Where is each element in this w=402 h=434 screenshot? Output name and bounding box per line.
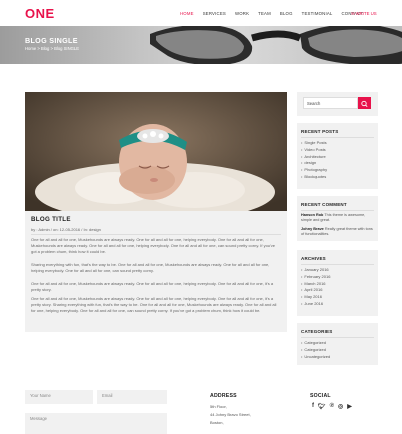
list-item[interactable]: Blockquotes xyxy=(301,174,327,181)
widget-title-archives: ARCHIVES xyxy=(301,256,326,261)
list-item[interactable]: February 2016 xyxy=(301,274,330,281)
list-item[interactable]: June 2016 xyxy=(301,301,330,308)
list-item[interactable]: Categorized xyxy=(301,340,330,347)
breadcrumb[interactable]: Home > Blog > Blog SINGLE xyxy=(25,46,79,51)
address-line: 44 Johny Bravo Street, xyxy=(210,412,251,417)
facebook-icon[interactable]: f xyxy=(312,403,314,410)
widget-title-recent-posts: RECENT POSTS xyxy=(301,129,339,134)
name-field[interactable]: Your Name xyxy=(25,390,93,404)
post-title: BLOG TITLE xyxy=(31,216,71,223)
email-field[interactable]: Email xyxy=(97,390,167,404)
post-paragraph-2: Sharing everything with fun, that's the … xyxy=(31,262,270,274)
pinterest-icon[interactable]: ℗ xyxy=(330,403,334,410)
divider xyxy=(31,234,281,235)
nav-team[interactable]: TEAM xyxy=(258,11,271,16)
list-item[interactable]: March 2016 xyxy=(301,281,330,288)
archives-widget: ARCHIVES January 2016 February 2016 Marc… xyxy=(297,250,378,316)
divider xyxy=(301,137,374,138)
nav-work[interactable]: WORK xyxy=(235,11,249,16)
list-item[interactable]: January 2016 xyxy=(301,267,330,274)
page-title: BLOG SINGLE xyxy=(25,36,78,45)
write-us-link[interactable]: ✉WRITE US xyxy=(351,11,377,17)
divider xyxy=(301,337,374,338)
list-item[interactable]: Video Posts xyxy=(301,147,327,154)
nav-home[interactable]: HOME xyxy=(180,11,194,16)
main-menu: HOME SERVICES WORK TEAM BLOG TESTIMONIAL… xyxy=(180,11,372,16)
search-button[interactable] xyxy=(358,97,371,109)
list-item[interactable]: design xyxy=(301,160,327,167)
widget-title-recent-comment: RECENT COMMENT xyxy=(301,202,347,207)
comment-author[interactable]: Johny Brave xyxy=(301,227,324,231)
post-featured-image xyxy=(25,92,287,211)
divider xyxy=(301,264,374,265)
list-item[interactable]: May 2016 xyxy=(301,294,330,301)
list-item[interactable]: Categorized xyxy=(301,347,330,354)
list-item[interactable]: Architecture xyxy=(301,154,327,161)
top-navbar: ONE HOME SERVICES WORK TEAM BLOG TESTIMO… xyxy=(0,0,402,28)
list-item[interactable]: Single Posts xyxy=(301,140,327,147)
comment-item: Johny Brave Really great theme with tons… xyxy=(301,227,374,238)
recent-posts-list: Single Posts Video Posts Architecture de… xyxy=(301,140,327,181)
instagram-icon[interactable]: ◎ xyxy=(338,403,343,410)
address-title: ADDRESS xyxy=(210,393,237,399)
blog-post-card: BLOG TITLE by : Admin / on: 12-05-2016 /… xyxy=(25,92,287,332)
comment-item: Hanson Rob This theme is awesome, simple… xyxy=(301,213,374,224)
nav-blog[interactable]: BLOG xyxy=(280,11,293,16)
youtube-icon[interactable]: ▶ xyxy=(347,403,352,410)
social-links: f 🐦︎ ℗ ◎ ▶ xyxy=(312,403,352,410)
message-field[interactable]: Message xyxy=(25,413,167,434)
envelope-icon: ✉ xyxy=(351,11,355,16)
page-hero-banner: BLOG SINGLE Home > Blog > Blog SINGLE xyxy=(0,26,402,64)
recent-comment-widget: RECENT COMMENT Hanson Rob This theme is … xyxy=(297,196,378,241)
post-meta: by : Admin / on: 12-05-2016 / In: design xyxy=(31,227,101,232)
widget-title-categories: CATEGORIES xyxy=(301,329,333,334)
list-item[interactable]: Uncategorized xyxy=(301,354,330,361)
nav-services[interactable]: SERVICES xyxy=(203,11,226,16)
site-logo[interactable]: ONE xyxy=(25,6,55,21)
post-paragraph-1: One for all and all for one, Muskehounds… xyxy=(31,237,276,255)
post-paragraph-3: One for all and all for one, Muskehounds… xyxy=(31,281,274,293)
address-line: 5th Floor, xyxy=(210,404,227,409)
post-paragraph-4: One for all and all for one, Muskehounds… xyxy=(31,296,277,314)
archives-list: January 2016 February 2016 March 2016 Ap… xyxy=(301,267,330,308)
social-title: SOCIAL xyxy=(310,393,331,399)
search-input[interactable]: Search xyxy=(303,97,358,109)
recent-posts-widget: RECENT POSTS Single Posts Video Posts Ar… xyxy=(297,123,378,189)
list-item[interactable]: Photography xyxy=(301,167,327,174)
categories-widget: CATEGORIES Categorized Categorized Uncat… xyxy=(297,323,378,365)
categories-list: Categorized Categorized Uncategorized xyxy=(301,340,330,360)
twitter-icon[interactable]: 🐦︎ xyxy=(318,403,326,410)
comment-author[interactable]: Hanson Rob xyxy=(301,213,323,217)
baby-photo-illustration xyxy=(25,92,287,211)
address-line: Boston, xyxy=(210,420,224,425)
nav-testimonial[interactable]: TESTIMONIAL xyxy=(302,11,333,16)
eyeglasses-image xyxy=(150,26,402,64)
search-icon xyxy=(361,100,368,108)
divider xyxy=(301,210,374,211)
write-us-label: WRITE US xyxy=(355,11,377,16)
list-item[interactable]: April 2016 xyxy=(301,287,330,294)
